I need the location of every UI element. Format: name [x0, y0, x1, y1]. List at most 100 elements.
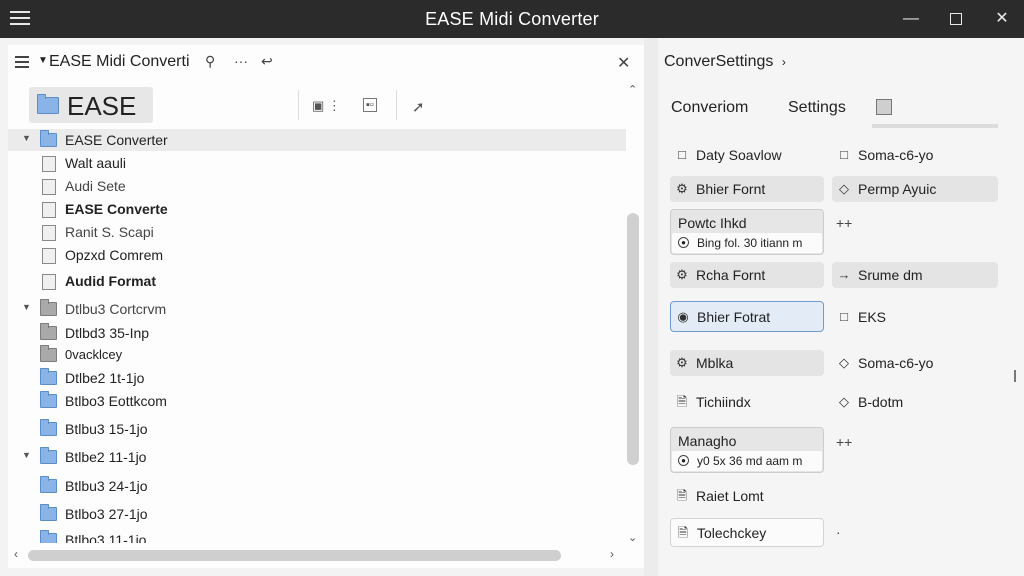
resize-grip[interactable] [1014, 370, 1016, 382]
file-icon [42, 225, 56, 244]
share-icon[interactable]: ➚ [412, 98, 425, 116]
tree-item[interactable]: ▼ Dtlbu3 Cortcrvm [8, 298, 626, 320]
scroll-left-icon[interactable]: ‹ [14, 547, 18, 561]
dropdown-caret-icon[interactable]: ▼ [38, 55, 48, 66]
folder-icon [37, 94, 59, 119]
tree-item[interactable]: Walt aauli [8, 152, 626, 174]
card-subfield-text: y0 5x 36 md aam m [697, 454, 803, 468]
setting-rcha-font[interactable]: ⚙ Rcha Fornt [670, 262, 824, 288]
setting-raiet[interactable]: 🗎 Raiet Lomt [670, 483, 824, 509]
expand-arrow-icon[interactable]: ▼ [22, 133, 31, 143]
settings-card[interactable]: Managho ● y0 5x 36 md aam m [670, 427, 824, 473]
minimize-button[interactable]: — [899, 8, 923, 30]
setting-label: Daty Soavlow [696, 147, 782, 163]
setting-soma[interactable]: □ Soma-c6-yo [832, 142, 998, 168]
search-icon[interactable]: ⚲ [205, 53, 215, 70]
vertical-scrollbar[interactable]: ⌃ ⌄ [624, 81, 644, 551]
details-view-icon[interactable]: ▪▫ [363, 98, 377, 112]
setting-bhier-font[interactable]: ⚙ Bhier Fornt [670, 176, 824, 202]
tree-item[interactable]: 0vacklcey [8, 344, 626, 366]
navigate-back-icon[interactable]: ↩ [261, 53, 273, 70]
setting-eks[interactable]: □ EKS [832, 304, 998, 330]
tree-item[interactable]: Btlbo3 11-1jo [8, 529, 626, 543]
horizontal-scrollbar[interactable]: ‹ › [8, 545, 624, 565]
setting-soma-2[interactable]: ◇ Soma-c6-yo [832, 350, 998, 376]
tree-item[interactable]: Opzxd Comrem [8, 244, 626, 266]
setting-label: Bhier Fornt [696, 181, 766, 197]
tree-item-label: Audi Sete [65, 178, 126, 194]
tree-item[interactable]: Audi Sete [8, 175, 626, 197]
setting-label: Srume dm [858, 267, 923, 283]
card-subfield[interactable]: ● Bing fol. 30 itiann m [672, 233, 822, 253]
setting-bdotm[interactable]: ◇ B-dotm [832, 389, 998, 415]
setting-daty[interactable]: □ Daty Soavlow [670, 142, 824, 168]
tree-item[interactable]: Dtlbd3 35-Inp [8, 322, 626, 344]
folder-icon [40, 391, 57, 411]
scroll-right-icon[interactable]: › [610, 547, 614, 561]
setting-bhier-format[interactable]: ◉ Bhier Fotrat [670, 301, 824, 332]
setting-srume[interactable]: → Srume dm [832, 262, 998, 288]
tree-item[interactable]: Ranit S. Scapi [8, 221, 626, 243]
scroll-down-icon[interactable]: ⌄ [628, 531, 637, 544]
panel-toggle-icon[interactable] [876, 99, 892, 115]
setting-label: Soma-c6-yo [858, 147, 934, 163]
chevron-right-icon: › [781, 55, 786, 69]
add-icon[interactable]: ++ [836, 434, 852, 450]
tree-item[interactable]: Dtlbe2 1t-1jo [8, 367, 626, 389]
close-button[interactable]: ✕ [990, 8, 1014, 30]
tree-view-icon[interactable] [15, 56, 29, 68]
tab-indicator [872, 124, 998, 128]
tree-item[interactable]: EASE Converte [8, 198, 626, 220]
file-icon [42, 274, 56, 293]
folder-icon [40, 323, 57, 343]
maximize-button[interactable] [944, 8, 968, 30]
scroll-up-icon[interactable]: ⌃ [628, 83, 637, 96]
tree-item-label: Btlbo3 Eottkcom [65, 393, 167, 409]
add-icon[interactable]: ++ [836, 215, 852, 231]
tree-item[interactable]: ▼ EASE Converter [8, 129, 626, 151]
setting-permp[interactable]: ◇ Permp Ayuic [832, 176, 998, 202]
tree-item[interactable]: Btlbo3 27-1jo [8, 503, 626, 525]
tree-item[interactable]: Btlbu3 24-1jo [8, 475, 626, 497]
file-icon [42, 202, 56, 221]
file-icon [42, 179, 56, 198]
tree-item[interactable]: Btlbu3 15-1jo [8, 418, 626, 440]
folder-icon [40, 419, 57, 439]
expand-arrow-icon[interactable]: ▼ [22, 450, 31, 460]
settings-card[interactable]: Powtc Ihkd ● Bing fol. 30 itiann m [670, 209, 824, 255]
folder-icon [40, 299, 57, 319]
title-bar: EASE Midi Converter — ✕ [0, 0, 1024, 38]
tab-settings[interactable]: Settings [788, 99, 846, 117]
file-icon [42, 156, 56, 175]
scrollbar-thumb[interactable] [28, 550, 561, 561]
card-subfield[interactable]: ● y0 5x 36 md aam m [672, 451, 822, 471]
tree-item-label: Btlbu3 24-1jo [65, 478, 148, 494]
setting-tolecheckey[interactable]: 🗎 Tolechckey [670, 518, 824, 547]
view-grid-icon[interactable]: ▣ ⋮ [312, 98, 341, 114]
more-options-icon[interactable]: ··· [234, 53, 248, 69]
folder-icon [40, 130, 57, 150]
toolbar-divider [396, 90, 397, 120]
setting-label: Permp Ayuic [858, 181, 937, 197]
setting-tichiindx[interactable]: 🗎 Tichiindx [670, 389, 824, 415]
tree-item[interactable]: ▼ Btlbe2 11-1jo [8, 446, 626, 468]
tab-conversion[interactable]: Converiom [671, 99, 748, 117]
close-panel-icon[interactable]: ✕ [617, 53, 630, 73]
tree-item[interactable]: Btlbo3 Eottkcom [8, 390, 626, 412]
card-subfield-text: Bing fol. 30 itiann m [697, 236, 803, 250]
scrollbar-thumb[interactable] [627, 213, 639, 465]
document-icon: 🗎 [677, 525, 689, 540]
setting-label: EKS [858, 309, 887, 325]
pane-splitter[interactable] [644, 38, 658, 576]
card-title: Managho [678, 433, 737, 449]
tree-item-label: Opzxd Comrem [65, 247, 164, 263]
folder-icon [40, 345, 57, 365]
setting-mblka[interactable]: ⚙ Mblka [670, 350, 824, 376]
settings-header-label: ConverSettings [664, 53, 774, 70]
breadcrumb[interactable]: EASE [29, 87, 153, 123]
settings-header[interactable]: ConverSettings › [664, 53, 786, 71]
tree-item-label: Btlbo3 27-1jo [65, 506, 148, 522]
tree-item[interactable]: Audid Format [8, 270, 626, 292]
expand-arrow-icon[interactable]: ▼ [22, 302, 31, 312]
panel-header: ▼ EASE Midi Converti ⚲ ··· ↩ ✕ [8, 45, 644, 81]
